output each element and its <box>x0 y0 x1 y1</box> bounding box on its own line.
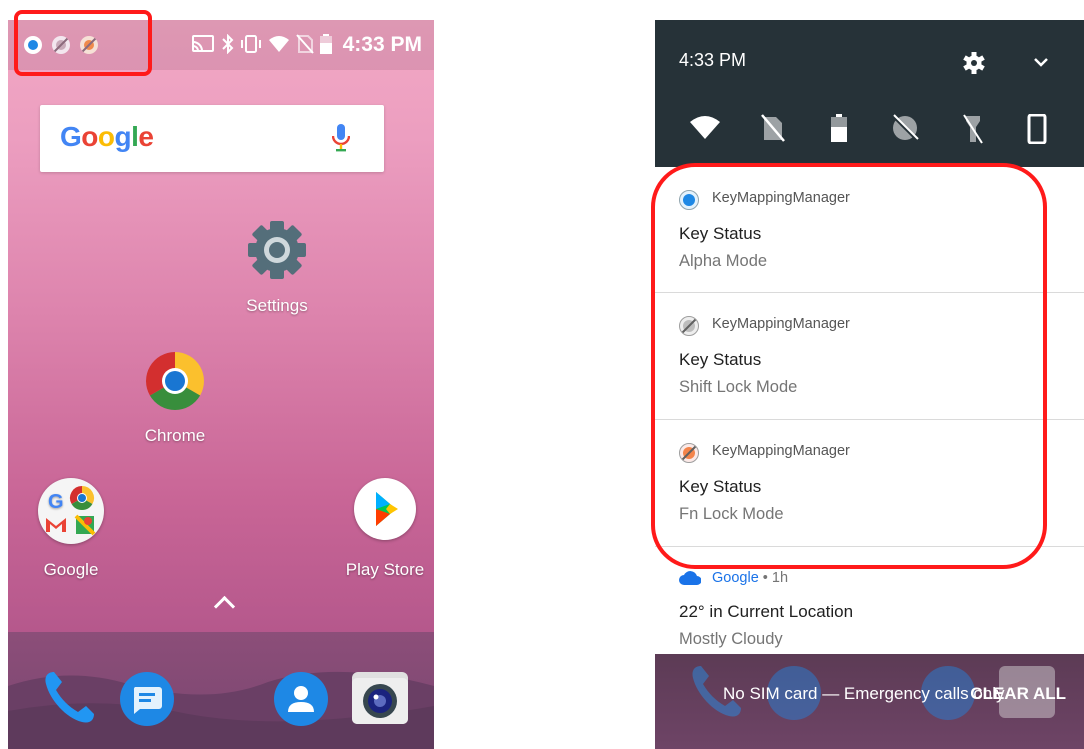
quick-settings: 4:33 PM <box>655 20 1084 167</box>
no-sim-icon <box>296 34 314 56</box>
mic-icon[interactable] <box>331 124 351 159</box>
fn-lock-icon <box>80 36 98 54</box>
notification-title: Key Status <box>679 350 762 369</box>
notification-title: 22° in Current Location <box>679 602 854 621</box>
app-label: Google <box>43 560 99 579</box>
play-store-icon <box>354 478 416 540</box>
notification-age: • 1h <box>758 570 789 586</box>
app-google-folder[interactable]: G Google <box>26 478 116 580</box>
app-drawer-chevron-up-icon[interactable] <box>213 595 236 618</box>
shift-lock-icon <box>679 316 699 336</box>
do-not-disturb-icon[interactable] <box>891 114 919 147</box>
logo-letter: e <box>138 121 154 152</box>
logo-letter: G <box>60 121 82 152</box>
notification-text: Alpha Mode <box>679 252 768 270</box>
cloud-icon <box>679 571 702 589</box>
settings-icon <box>248 221 306 279</box>
weather-app-label: Google <box>712 570 759 586</box>
battery-icon[interactable] <box>831 114 847 147</box>
wifi-icon[interactable] <box>689 114 721 145</box>
notification-title: Key Status <box>679 477 762 496</box>
gear-icon[interactable] <box>963 52 985 79</box>
google-search-bar[interactable]: Google <box>40 105 384 172</box>
svg-text:G: G <box>48 491 64 513</box>
logo-letter: g <box>114 121 132 152</box>
logo-letter: l <box>131 121 139 152</box>
app-label: Settings <box>246 296 308 315</box>
lockscreen-message: No SIM card — Emergency calls only <box>723 684 1005 703</box>
logo-letter: o <box>97 121 115 152</box>
fn-lock-icon <box>679 443 699 463</box>
shift-lock-icon <box>52 36 70 54</box>
notification-text: Fn Lock Mode <box>679 505 784 523</box>
notification-shade: 4:33 PM KeyMappingManager Key Status Alp… <box>655 20 1084 749</box>
chevron-down-icon[interactable] <box>1033 56 1049 74</box>
phone-icon[interactable] <box>42 670 98 731</box>
notification-text: Shift Lock Mode <box>679 378 798 396</box>
cast-icon <box>192 34 214 56</box>
notification-title: Key Status <box>679 224 762 243</box>
app-chrome[interactable]: Chrome <box>134 350 216 446</box>
notification-card[interactable]: KeyMappingManager Key Status Fn Lock Mod… <box>655 420 1084 547</box>
google-folder-icon: G <box>38 478 104 544</box>
notification-text: Mostly Cloudy <box>679 630 783 648</box>
clear-all-button[interactable]: CLEAR ALL <box>970 684 1066 704</box>
home-screen: 4:33 PM Google Settings Chrome G Google … <box>8 20 434 749</box>
alpha-mode-icon <box>24 36 42 54</box>
app-label: Chrome <box>144 426 206 445</box>
shade-footer: No SIM card — Emergency calls only CLEAR… <box>655 654 1084 749</box>
alpha-mode-icon <box>679 190 699 210</box>
notification-card[interactable]: KeyMappingManager Key Status Shift Lock … <box>655 293 1084 420</box>
battery-icon <box>320 34 332 56</box>
flashlight-off-icon[interactable] <box>963 114 983 149</box>
notification-app-name: Google • 1h <box>712 570 788 586</box>
no-sim-icon[interactable] <box>761 114 785 147</box>
status-bar[interactable]: 4:33 PM <box>8 20 434 70</box>
shade-time: 4:33 PM <box>679 50 747 70</box>
status-time: 4:33 PM <box>342 33 422 56</box>
notification-app-name: KeyMappingManager <box>712 190 850 206</box>
vibrate-icon <box>240 34 262 56</box>
app-settings[interactable]: Settings <box>236 220 318 316</box>
notification-card[interactable]: KeyMappingManager Key Status Alpha Mode <box>655 167 1084 293</box>
wifi-icon <box>268 34 290 56</box>
rotation-icon[interactable] <box>1027 113 1047 149</box>
contacts-icon[interactable] <box>274 672 328 726</box>
google-logo: Google <box>60 121 154 153</box>
bluetooth-icon <box>220 34 236 56</box>
app-play-store[interactable]: Play Store <box>340 478 430 580</box>
dock <box>8 632 434 749</box>
notification-app-name: KeyMappingManager <box>712 316 850 332</box>
logo-letter: o <box>81 121 98 152</box>
messages-icon[interactable] <box>120 672 174 726</box>
camera-icon[interactable] <box>352 672 408 724</box>
app-label: Play Store <box>345 560 425 579</box>
chrome-icon <box>146 352 204 410</box>
weather-notification[interactable]: Google • 1h 22° in Current Location Most… <box>655 547 1084 654</box>
notification-app-name: KeyMappingManager <box>712 443 850 459</box>
